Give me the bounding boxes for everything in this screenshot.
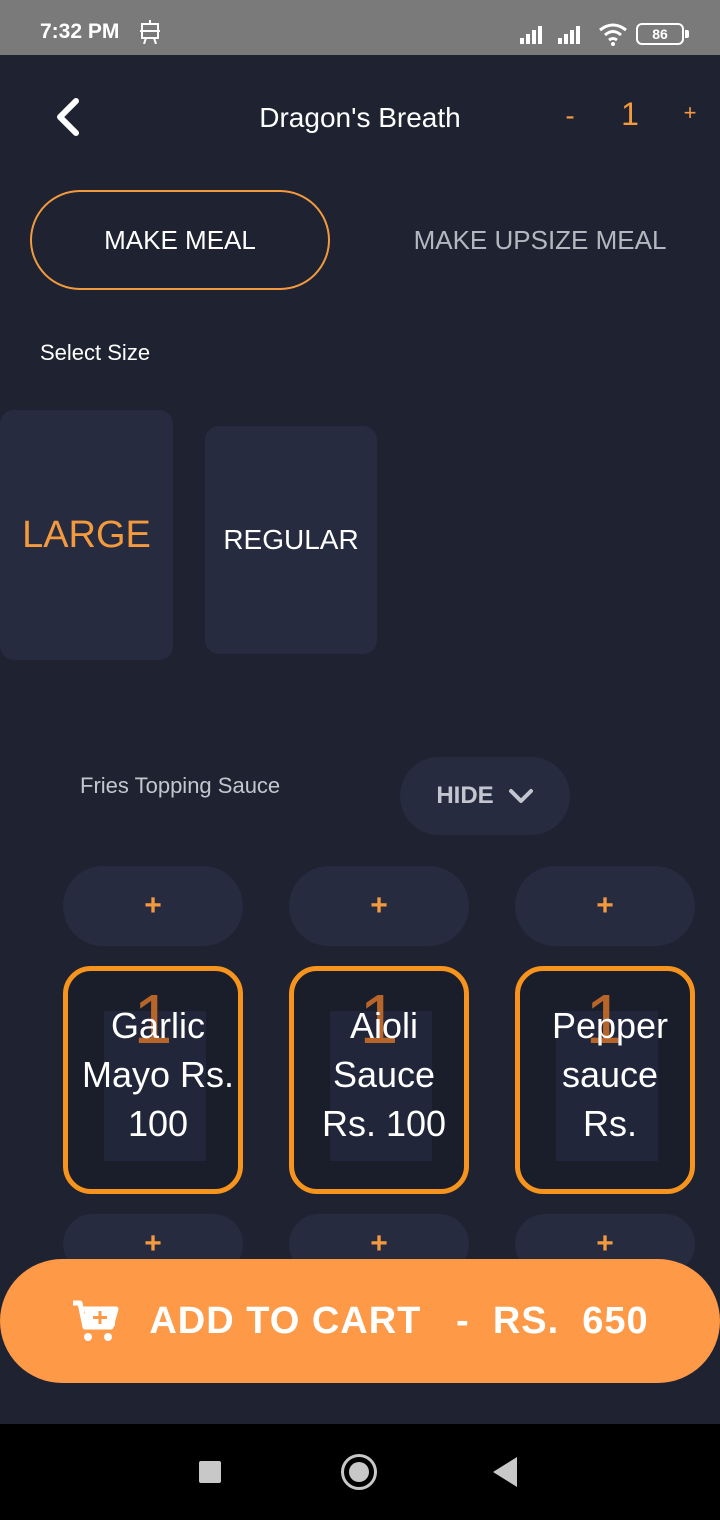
quantity-decrement-button[interactable]: - [560, 100, 580, 132]
sauce-name: Pepper sauce Rs. [551, 1005, 669, 1144]
quantity-increment-button[interactable]: + [678, 100, 702, 126]
select-size-label: Select Size [40, 340, 151, 365]
battery-level: 86 [652, 26, 668, 42]
sauce-name: Garlic Mayo Rs. 100 [81, 1005, 235, 1144]
make-meal-button[interactable]: MAKE MEAL [30, 190, 330, 290]
home-icon[interactable] [341, 1454, 377, 1490]
page-title: Dragon's Breath [259, 102, 461, 133]
screen-record-icon [140, 20, 160, 44]
add-sauce-button-2[interactable]: + [289, 866, 469, 946]
status-time: 7:32 PM [40, 20, 120, 43]
hide-toggle-button[interactable]: HIDE [400, 757, 570, 835]
make-upsize-meal-button[interactable]: MAKE UPSIZE MEAL [380, 190, 700, 290]
signal-icon-2 [558, 26, 580, 44]
size-option-large[interactable]: LARGE [0, 410, 173, 660]
quantity-value: 1 [621, 96, 639, 132]
hide-label: HIDE [436, 782, 494, 809]
wifi-icon [599, 23, 627, 46]
recents-icon[interactable] [199, 1461, 221, 1483]
sauce-name: Aioli Sauce Rs. 100 [321, 1005, 447, 1144]
sauce-card-aioli[interactable]: 1 Aioli Sauce Rs. 100 [289, 966, 469, 1194]
system-nav-bar [0, 1424, 720, 1520]
sauce-card-pepper[interactable]: 1 Pepper sauce Rs. [515, 966, 695, 1194]
chevron-down-icon [508, 789, 533, 803]
add-sauce-button-3[interactable]: + [515, 866, 695, 946]
status-bar: 7:32 PM 86 [0, 0, 720, 55]
add-sauce-button-1[interactable]: + [63, 866, 243, 946]
signal-icon [520, 26, 542, 44]
battery-icon: 86 [636, 23, 689, 45]
add-to-cart-label: ADD TO CART - RS. 650 [149, 1299, 649, 1342]
fries-topping-label: Fries Topping Sauce [80, 773, 281, 798]
back-icon[interactable] [48, 95, 88, 139]
size-option-regular[interactable]: REGULAR [205, 426, 377, 654]
sauce-card-garlic-mayo[interactable]: 1 Garlic Mayo Rs. 100 [63, 966, 243, 1194]
add-to-cart-button[interactable]: ADD TO CART - RS. 650 [0, 1259, 720, 1383]
back-nav-icon[interactable] [493, 1457, 517, 1487]
cart-add-icon [73, 1300, 119, 1341]
